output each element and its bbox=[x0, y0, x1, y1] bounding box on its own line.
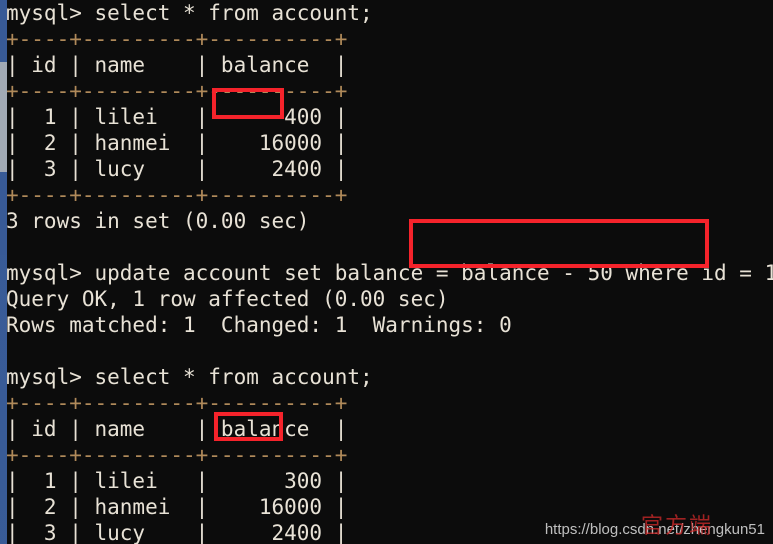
console-line-status: Query OK, 1 row affected (0.00 sec) bbox=[6, 287, 449, 311]
console-line-row: | 1 | lilei | 300 | bbox=[6, 469, 348, 493]
terminal-window: mysql> select * from account; +----+-----… bbox=[0, 0, 773, 544]
console-line-rule: +----+---------+----------+ bbox=[6, 183, 348, 207]
scrollbar-thumb[interactable] bbox=[0, 62, 7, 172]
console-line-rule: +----+---------+----------+ bbox=[6, 27, 348, 51]
console-line-rule: +----+---------+----------+ bbox=[6, 391, 348, 415]
console-line-rule: +----+---------+----------+ bbox=[6, 79, 348, 103]
console-output: mysql> select * from account; +----+-----… bbox=[0, 0, 773, 544]
console-line-header: | id | name | balance | bbox=[6, 417, 348, 441]
watermark-overlay-text: 官方端 bbox=[640, 514, 713, 539]
console-line-command: mysql> update account set balance = bala… bbox=[6, 261, 773, 285]
console-line-status: 3 rows in set (0.00 sec) bbox=[6, 209, 310, 233]
console-line-status: Rows matched: 1 Changed: 1 Warnings: 0 bbox=[6, 313, 512, 337]
console-line-row: | 3 | lucy | 2400 | bbox=[6, 157, 348, 181]
vertical-scrollbar[interactable] bbox=[0, 0, 7, 544]
console-line-row: | 1 | lilei | 400 | bbox=[6, 105, 348, 129]
console-line-command: mysql> select * from account; bbox=[6, 1, 373, 25]
console-line-command: mysql> select * from account; bbox=[6, 365, 373, 389]
console-line-header: | id | name | balance | bbox=[6, 53, 348, 77]
console-line-row: | 2 | hanmei | 16000 | bbox=[6, 131, 348, 155]
console-line-rule: +----+---------+----------+ bbox=[6, 443, 348, 467]
